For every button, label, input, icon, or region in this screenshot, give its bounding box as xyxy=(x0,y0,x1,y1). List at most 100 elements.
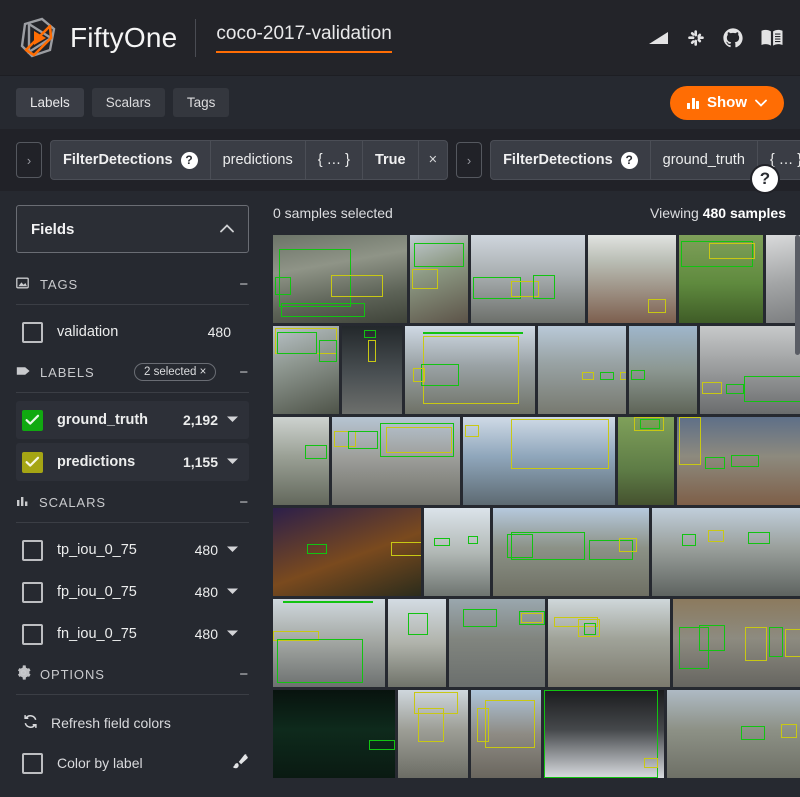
viewing-prefix: Viewing xyxy=(650,205,703,221)
github-icon[interactable] xyxy=(722,27,744,49)
sample-thumbnail[interactable] xyxy=(424,508,490,596)
detection-box-ground-truth xyxy=(319,340,337,362)
detection-box-ground-truth xyxy=(631,370,645,380)
sample-thumbnail[interactable] xyxy=(652,508,800,596)
sample-thumbnail[interactable] xyxy=(273,326,339,414)
fields-dropdown[interactable]: Fields xyxy=(16,205,249,253)
filter-chip-field[interactable]: predictions xyxy=(211,141,306,179)
caret-down-icon[interactable] xyxy=(226,415,239,426)
sample-thumbnail[interactable] xyxy=(700,326,800,414)
collapse-icon[interactable]: − xyxy=(235,276,249,293)
checkbox[interactable] xyxy=(22,581,43,603)
sample-thumbnail[interactable] xyxy=(629,326,697,414)
signal-icon[interactable] xyxy=(648,30,670,46)
filter-chip-stage[interactable]: FilterDetections ? xyxy=(491,141,651,179)
checkbox-checked[interactable] xyxy=(22,451,43,473)
sample-thumbnail[interactable] xyxy=(332,417,460,505)
sample-thumbnail[interactable] xyxy=(463,417,615,505)
sidebar-item-tp-iou-0-75[interactable]: tp_iou_0_75 480 xyxy=(16,531,249,569)
caret-down-icon[interactable] xyxy=(226,545,239,556)
checkbox-checked[interactable] xyxy=(22,409,43,431)
checkbox[interactable] xyxy=(22,752,43,774)
sample-thumbnail[interactable] xyxy=(677,417,800,505)
sidebar-item-predictions[interactable]: predictions 1,155 xyxy=(16,443,249,481)
checkbox[interactable] xyxy=(22,321,43,343)
labels-selected-pill[interactable]: 2 selected × xyxy=(133,363,217,381)
add-stage-middle-button[interactable]: › xyxy=(456,142,483,178)
samples-grid-row xyxy=(273,235,800,323)
sidebar-item-label: fn_iou_0_75 xyxy=(57,626,137,642)
grid-scrollbar[interactable] xyxy=(795,235,800,797)
sample-thumbnail[interactable] xyxy=(273,235,407,323)
sample-thumbnail[interactable] xyxy=(388,599,446,687)
sample-thumbnail[interactable] xyxy=(471,235,585,323)
help-icon[interactable]: ? xyxy=(180,151,198,169)
checkbox[interactable] xyxy=(22,539,43,561)
filter-chip-expression[interactable]: { … } xyxy=(306,141,363,179)
docs-book-icon[interactable] xyxy=(760,28,784,48)
sample-thumbnail[interactable] xyxy=(544,690,664,778)
bar-chart-icon xyxy=(687,96,699,109)
sidebar-item-fn-iou-0-75[interactable]: fn_iou_0_75 480 xyxy=(16,615,249,653)
paintbrush-icon[interactable] xyxy=(229,752,249,775)
detection-box-ground-truth xyxy=(275,277,291,295)
filter-chip-stage-label: FilterDetections xyxy=(63,152,173,168)
collapse-icon[interactable]: − xyxy=(235,494,249,511)
sample-thumbnail[interactable] xyxy=(273,508,421,596)
detection-box-predictions xyxy=(331,275,383,297)
sample-thumbnail[interactable] xyxy=(538,326,626,414)
slack-icon[interactable] xyxy=(686,28,706,48)
sample-thumbnail[interactable] xyxy=(273,417,329,505)
sample-thumbnail[interactable] xyxy=(618,417,674,505)
sample-thumbnail[interactable] xyxy=(548,599,670,687)
section-divider xyxy=(16,304,249,305)
fiftyone-logo-icon[interactable] xyxy=(16,16,60,60)
sample-thumbnail[interactable] xyxy=(273,690,395,778)
collapse-icon[interactable]: − xyxy=(235,364,249,381)
color-by-label-row[interactable]: Color by label xyxy=(16,743,249,783)
sample-thumbnail[interactable] xyxy=(588,235,676,323)
checkbox[interactable] xyxy=(22,623,43,645)
add-stage-left-button[interactable]: › xyxy=(16,142,42,178)
sample-thumbnail[interactable] xyxy=(471,690,541,778)
sidebar-item-count: 480 xyxy=(194,626,218,642)
help-icon[interactable]: ? xyxy=(620,151,638,169)
sample-thumbnail[interactable] xyxy=(342,326,402,414)
samples-grid-row xyxy=(273,326,800,414)
floating-help-icon[interactable]: ? xyxy=(752,166,778,192)
sample-thumbnail[interactable] xyxy=(667,690,800,778)
filter-chip-value[interactable]: True xyxy=(363,141,419,179)
sample-thumbnail[interactable] xyxy=(449,599,545,687)
samples-panel: 0 samples selected Viewing 480 samples xyxy=(265,191,800,797)
collapse-icon[interactable]: − xyxy=(235,666,249,683)
sample-thumbnail[interactable] xyxy=(405,326,535,414)
caret-down-icon[interactable] xyxy=(226,457,239,468)
tab-tags[interactable]: Tags xyxy=(172,88,230,117)
tab-labels[interactable]: Labels xyxy=(16,88,84,117)
sample-thumbnail[interactable] xyxy=(673,599,800,687)
caret-down-icon[interactable] xyxy=(226,587,239,598)
tab-scalars[interactable]: Scalars xyxy=(91,88,165,117)
close-icon[interactable]: × xyxy=(419,141,447,179)
detection-box-predictions xyxy=(644,758,658,768)
caret-down-icon[interactable] xyxy=(226,629,239,640)
sample-thumbnail[interactable] xyxy=(273,599,385,687)
header-divider xyxy=(195,18,197,57)
show-button[interactable]: Show xyxy=(670,85,784,120)
sample-thumbnail[interactable] xyxy=(493,508,649,596)
detection-box-ground-truth xyxy=(741,726,765,740)
filter-chip-field[interactable]: ground_truth xyxy=(651,141,758,179)
section-scalars-title: SCALARS xyxy=(39,494,106,510)
samples-grid[interactable] xyxy=(265,235,800,797)
sidebar-item-fp-iou-0-75[interactable]: fp_iou_0_75 480 xyxy=(16,573,249,611)
sample-thumbnail[interactable] xyxy=(679,235,763,323)
sample-thumbnail[interactable] xyxy=(410,235,468,323)
sidebar-item-ground-truth[interactable]: ground_truth 2,192 xyxy=(16,401,249,439)
refresh-field-colors-button[interactable]: Refresh field colors xyxy=(16,703,249,743)
sample-thumbnail[interactable] xyxy=(398,690,468,778)
dataset-name[interactable]: coco-2017-validation xyxy=(216,23,392,53)
detection-box-ground-truth xyxy=(533,275,555,299)
sidebar-item-validation[interactable]: validation 480 xyxy=(16,313,249,351)
filter-chip-stage[interactable]: FilterDetections ? xyxy=(51,141,211,179)
filter-chip-predictions[interactable]: FilterDetections ? predictions { … } Tru… xyxy=(50,140,449,180)
